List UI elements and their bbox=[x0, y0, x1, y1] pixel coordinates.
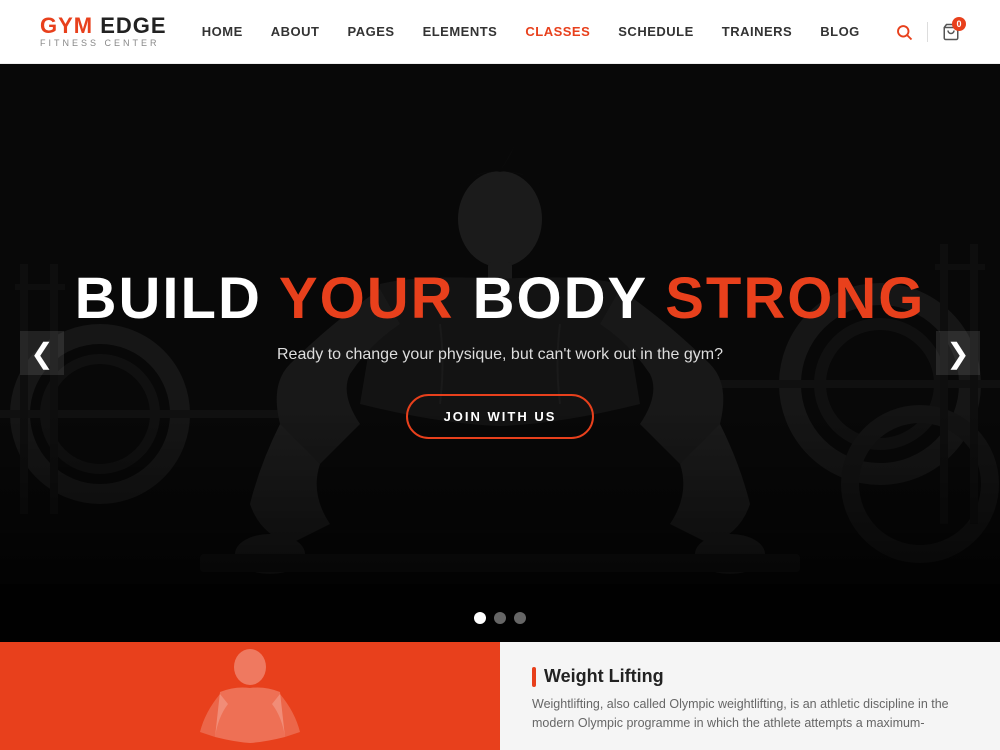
logo-gym-part: GYM bbox=[40, 13, 93, 38]
bottom-left-panel bbox=[0, 642, 500, 750]
hero-title-part2: BODY bbox=[454, 266, 665, 331]
hero-next-button[interactable]: ❯ bbox=[936, 331, 980, 375]
section-title-area: Weight Lifting bbox=[532, 666, 968, 687]
hero-title-orange2: STRONG bbox=[665, 266, 925, 331]
cart-badge: 0 bbox=[952, 17, 966, 31]
nav-divider bbox=[927, 22, 928, 42]
nav-schedule[interactable]: SCHEDULE bbox=[618, 24, 694, 39]
hero-content: BUILD YOUR BODY STRONG Ready to change y… bbox=[0, 64, 1000, 642]
hero-dot-1[interactable] bbox=[474, 612, 486, 624]
hero-dot-2[interactable] bbox=[494, 612, 506, 624]
logo-text: GYM EDGE bbox=[40, 15, 167, 37]
nav-home[interactable]: HOME bbox=[202, 24, 243, 39]
logo-edge-part: EDGE bbox=[93, 13, 166, 38]
hero-title-orange1: YOUR bbox=[279, 266, 455, 331]
hero-subtitle: Ready to change your physique, but can't… bbox=[277, 346, 723, 364]
hero-title-part1: BUILD bbox=[75, 266, 279, 331]
hero-dots bbox=[474, 612, 526, 624]
nav-classes[interactable]: CLASSES bbox=[525, 24, 590, 39]
hero-title: BUILD YOUR BODY STRONG bbox=[75, 267, 926, 331]
hero-dot-3[interactable] bbox=[514, 612, 526, 624]
search-button[interactable] bbox=[895, 23, 913, 41]
section-title: Weight Lifting bbox=[544, 666, 664, 687]
join-button[interactable]: JOIN WITH US bbox=[406, 394, 595, 439]
logo-subtitle: FITNESS CENTER bbox=[40, 39, 167, 48]
section-description: Weightlifting, also called Olympic weigh… bbox=[532, 695, 968, 733]
nav-elements[interactable]: ELEMENTS bbox=[423, 24, 498, 39]
hero-prev-button[interactable]: ❮ bbox=[20, 331, 64, 375]
logo: GYM EDGE FITNESS CENTER bbox=[40, 15, 167, 48]
bottom-right-panel: Weight Lifting Weightlifting, also calle… bbox=[500, 642, 1000, 750]
bottom-section: Weight Lifting Weightlifting, also calle… bbox=[0, 642, 1000, 750]
header: GYM EDGE FITNESS CENTER HOME ABOUT PAGES… bbox=[0, 0, 1000, 64]
nav-blog[interactable]: BLOG bbox=[820, 24, 860, 39]
nav-trainers[interactable]: TRAINERS bbox=[722, 24, 792, 39]
hero-section: BUILD YOUR BODY STRONG Ready to change y… bbox=[0, 64, 1000, 642]
search-icon bbox=[895, 23, 913, 41]
cart-button[interactable]: 0 bbox=[942, 23, 960, 41]
nav-icon-area: 0 bbox=[895, 22, 960, 42]
accent-bar bbox=[532, 667, 536, 687]
main-nav: HOME ABOUT PAGES ELEMENTS CLASSES SCHEDU… bbox=[202, 24, 860, 39]
nav-pages[interactable]: PAGES bbox=[348, 24, 395, 39]
bottom-athlete-svg bbox=[160, 642, 340, 750]
nav-about[interactable]: ABOUT bbox=[271, 24, 320, 39]
